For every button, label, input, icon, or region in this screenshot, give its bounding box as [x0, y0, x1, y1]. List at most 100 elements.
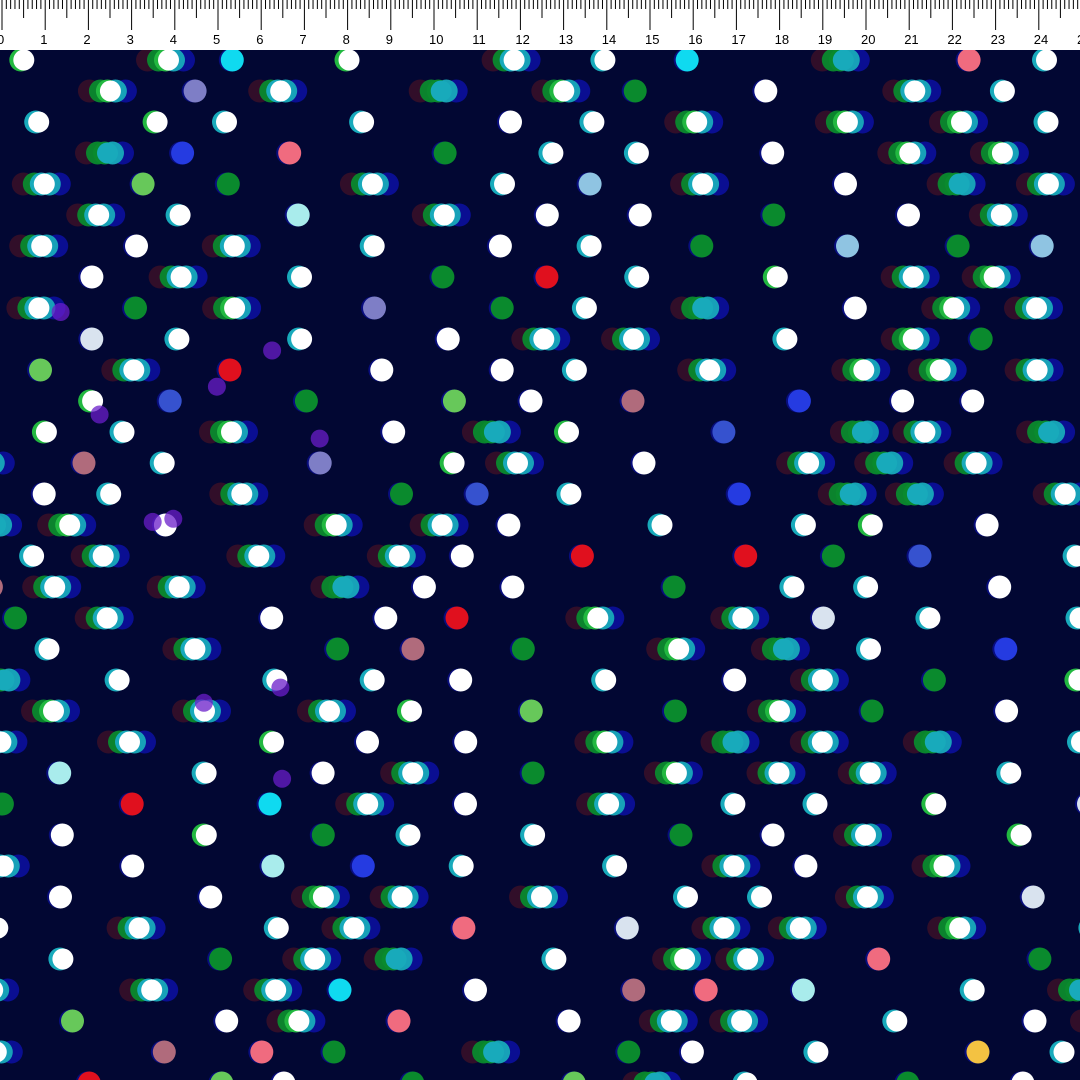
dot [32, 482, 56, 506]
dot [807, 1041, 829, 1063]
ruler-label: 1 [40, 32, 47, 47]
dot [665, 762, 687, 784]
dot [991, 142, 1013, 164]
ruler-label: 12 [515, 32, 529, 47]
dot [50, 823, 74, 847]
dot [399, 824, 421, 846]
dot [199, 885, 223, 909]
fabric-preview: 0 1 2 3 4 5 6 7 8 9 10 11 12 13 14 15 16 17 18 19 20 21 22 23 24… [0, 0, 1080, 1080]
ruler-label: 13 [559, 32, 573, 47]
ruler-label: 22 [947, 32, 961, 47]
dot [72, 451, 96, 475]
dot [1036, 50, 1057, 71]
dot [443, 452, 465, 474]
dot [557, 1009, 581, 1033]
dot [465, 482, 489, 506]
dot [464, 978, 487, 1002]
dot [839, 483, 861, 505]
dot [1021, 885, 1045, 909]
dot [0, 917, 9, 939]
dot [401, 1071, 424, 1080]
dot [686, 111, 708, 133]
dot [370, 358, 394, 382]
dot [727, 482, 751, 506]
dot [356, 730, 379, 754]
dot [490, 296, 514, 320]
dot [983, 266, 1005, 288]
dot-accent [51, 303, 70, 321]
dot [663, 699, 687, 723]
dot [374, 606, 398, 630]
dot [732, 607, 754, 629]
dot [267, 917, 289, 939]
dot [209, 947, 233, 971]
dot [580, 235, 602, 257]
ruler-label: 14 [602, 32, 616, 47]
dot [677, 886, 698, 908]
dot [168, 328, 190, 350]
dot [4, 606, 27, 630]
dot [768, 762, 790, 784]
dot [286, 203, 310, 227]
dot [762, 203, 786, 227]
dot [260, 606, 284, 630]
dot [798, 452, 820, 474]
dot [28, 111, 50, 133]
dot [248, 545, 270, 567]
dot [843, 296, 867, 320]
dot [791, 978, 815, 1002]
dot [660, 1010, 682, 1032]
dot [524, 824, 546, 846]
dot [361, 173, 383, 195]
dot [108, 669, 130, 691]
dot [933, 855, 955, 877]
dot [29, 358, 52, 382]
dot [851, 421, 873, 443]
dot [595, 669, 617, 691]
dot [304, 948, 326, 970]
dot [776, 328, 798, 350]
dot [97, 142, 118, 164]
ruler-label: 4 [170, 32, 177, 47]
ruler-label: 8 [343, 32, 350, 47]
dot [632, 451, 656, 475]
dot [308, 451, 332, 475]
dot [906, 483, 928, 505]
dot [387, 1009, 411, 1033]
dot [499, 110, 522, 134]
dot [328, 978, 352, 1002]
dot [23, 545, 45, 567]
dot [88, 204, 110, 226]
dot [961, 389, 985, 413]
dot [261, 854, 285, 878]
dot [951, 111, 972, 133]
dot [583, 111, 605, 133]
dot [651, 514, 673, 536]
measurement-ruler: 0 1 2 3 4 5 6 7 8 9 10 11 12 13 14 15 16 17 18 19 20 21 22 23 24… [0, 0, 1080, 50]
ruler-label: 7 [299, 32, 306, 47]
dot [436, 327, 460, 351]
dot [123, 359, 145, 381]
dot [794, 514, 816, 536]
dot [857, 576, 879, 598]
dot [623, 328, 644, 350]
dot [731, 1010, 753, 1032]
dot [904, 80, 926, 102]
dot [231, 483, 253, 505]
dot [183, 79, 207, 103]
dot [507, 452, 528, 474]
dot [929, 359, 951, 381]
dot [754, 79, 778, 103]
dot [533, 328, 555, 350]
dot-accent [164, 509, 183, 528]
dot [772, 638, 794, 660]
dot [859, 762, 881, 784]
ruler-label: 18 [775, 32, 789, 47]
dot [723, 855, 745, 877]
dot [402, 762, 424, 784]
dot-accent [271, 678, 290, 697]
dot [766, 266, 788, 288]
dot [125, 234, 148, 258]
dot [291, 266, 312, 288]
dot [925, 793, 947, 815]
